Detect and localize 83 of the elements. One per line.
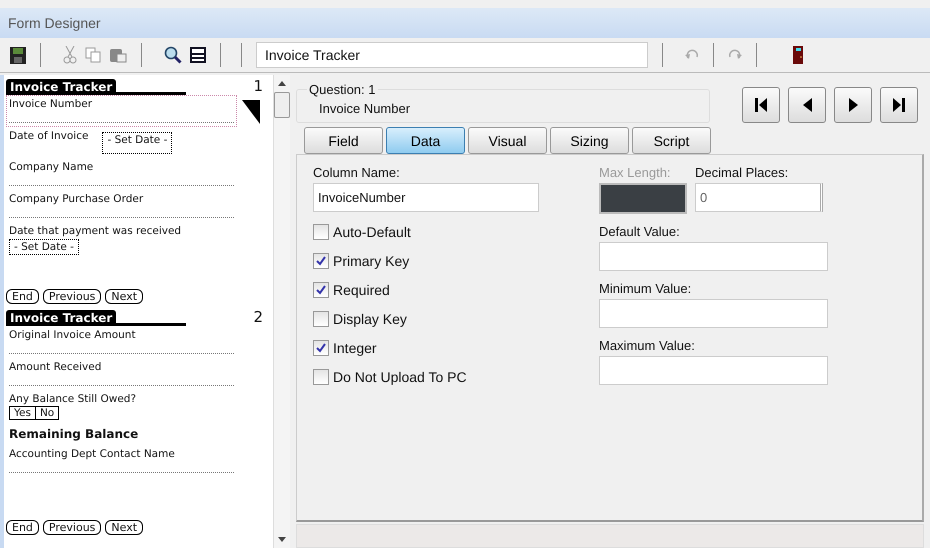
checkbox[interactable] [313,253,329,269]
checkbox[interactable] [313,282,329,298]
decimal-places-field[interactable]: 0 [695,183,823,212]
form-field[interactable]: Remaining Balance [6,424,237,445]
form-field[interactable]: Company Purchase Order [6,190,237,222]
checkbox-label: Display Key [333,311,407,327]
field-label: Accounting Dept Contact Name [9,448,175,460]
checkbox[interactable] [313,224,329,240]
tab[interactable]: Script [632,127,711,154]
checkbox[interactable] [313,311,329,327]
previous-button[interactable] [788,87,826,123]
form-field[interactable]: Date that payment was received - Set Date - [6,222,237,259]
form-field[interactable]: Original Invoice Amount [6,326,237,358]
checkbox[interactable] [313,369,329,385]
paste-icon[interactable] [109,47,127,63]
value-field[interactable] [599,242,828,271]
form-field[interactable]: Amount Received [6,358,237,390]
page-number: 2 [253,308,263,326]
checkbox-label: Auto-Default [333,224,411,240]
question-name: Invoice Number [319,100,410,116]
tab[interactable]: Data [386,127,465,154]
value-field[interactable] [599,299,828,328]
form-field[interactable]: Any Balance Still Owed? Yes No [6,390,237,424]
value-label: Minimum Value: [599,281,692,296]
last-icon [893,98,905,112]
column-name-label: Column Name: [313,165,401,180]
checkbox[interactable] [313,340,329,356]
field-label: Amount Received [9,361,102,373]
page-number: 1 [253,77,263,95]
checkbox-label: Primary Key [333,253,410,269]
form-nav-button[interactable]: End [6,289,39,304]
set-date-button[interactable]: - Set Date - [102,132,172,154]
list-icon[interactable] [190,47,206,63]
form-name-field[interactable]: Invoice Tracker [256,42,648,68]
first-icon [755,98,767,112]
field-label: Company Purchase Order [9,193,144,205]
choice-option[interactable]: Yes [10,407,36,419]
right-triangle-icon [848,98,858,112]
form-nav-button[interactable]: Previous [42,289,102,304]
question-legend: Question: 1 [307,82,378,97]
selection-marker-icon [242,100,260,124]
window-title: Form Designer [8,15,101,31]
decimal-places-label: Decimal Places: [695,165,790,180]
value-field[interactable] [599,356,828,385]
field-label: Remaining Balance [9,427,138,441]
value-label: Maximum Value: [599,338,696,353]
form-nav-button[interactable]: Next [105,520,144,535]
left-triangle-icon [802,98,812,112]
search-icon[interactable] [164,46,182,64]
set-date-button[interactable]: - Set Date - [9,239,79,255]
field-label: Company Name [9,161,94,173]
form-nav-button[interactable]: Next [105,289,144,304]
field-label: Date that payment was received [9,225,182,237]
copy-icon[interactable] [85,47,101,63]
tab[interactable]: Sizing [550,127,629,154]
value-label: Default Value: [599,224,681,239]
form-field[interactable]: Company Name [6,158,237,190]
scrollbar[interactable] [273,75,290,548]
choice-option[interactable]: No [36,407,58,419]
form-nav-button[interactable]: End [6,520,39,535]
scroll-up-icon[interactable] [278,81,286,86]
form-field[interactable]: Date of Invoice - Set Date - [6,127,237,158]
field-label: Any Balance Still Owed? [9,393,136,405]
max-length-field[interactable] [599,183,687,214]
tab[interactable]: Field [304,127,383,154]
scroll-down-icon[interactable] [278,537,286,542]
max-length-label: Max Length: [599,165,672,180]
door-icon[interactable] [793,46,803,64]
field-label: Invoice Number [9,98,92,110]
scroll-thumb[interactable] [274,92,290,118]
checkbox-label: Integer [333,340,377,356]
checkbox-label: Do Not Upload To PC [333,369,467,385]
first-button[interactable] [742,87,780,123]
column-name-field[interactable]: InvoiceNumber [313,183,539,212]
checkbox-label: Required [333,282,390,298]
form-nav-button[interactable]: Previous [42,520,102,535]
save-icon[interactable] [10,46,26,64]
form-field[interactable]: Accounting Dept Contact Name [6,445,237,477]
field-label: Date of Invoice [9,130,88,144]
last-button[interactable] [880,87,918,123]
next-button[interactable] [834,87,872,123]
tab[interactable]: Visual [468,127,547,154]
field-label: Original Invoice Amount [9,329,136,341]
